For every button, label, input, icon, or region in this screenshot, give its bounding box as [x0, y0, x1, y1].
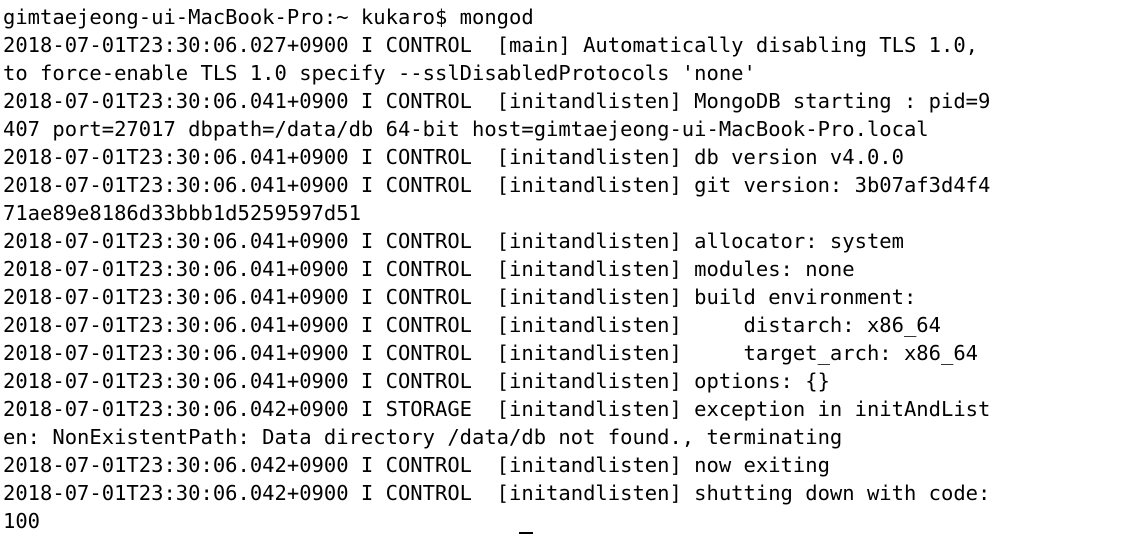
terminal-line: gimtaejeong-ui-MacBook-Pro:~ kukaro$ mon… [3, 5, 534, 29]
terminal-line: 2018-07-01T23:30:06.027+0900 I CONTROL [… [3, 33, 979, 57]
terminal-line: 2018-07-01T23:30:06.042+0900 I STORAGE [… [3, 397, 991, 421]
terminal-cursor [519, 532, 533, 534]
terminal-line: 2018-07-01T23:30:06.042+0900 I CONTROL [… [3, 453, 830, 477]
terminal-line: 2018-07-01T23:30:06.041+0900 I CONTROL [… [3, 285, 917, 309]
terminal-line: 2018-07-01T23:30:06.042+0900 I CONTROL [… [3, 481, 991, 505]
terminal-line: 2018-07-01T23:30:06.041+0900 I CONTROL [… [3, 89, 991, 113]
terminal-line: 2018-07-01T23:30:06.041+0900 I CONTROL [… [3, 145, 904, 169]
terminal-line: 2018-07-01T23:30:06.041+0900 I CONTROL [… [3, 257, 855, 281]
terminal-line: 71ae89e8186d33bbb1d5259597d51 [3, 201, 361, 225]
terminal-line: 2018-07-01T23:30:06.041+0900 I CONTROL [… [3, 369, 830, 393]
terminal-line: 100 [3, 509, 41, 533]
terminal-line: 2018-07-01T23:30:06.041+0900 I CONTROL [… [3, 341, 979, 365]
terminal-line: 407 port=27017 dbpath=/data/db 64-bit ho… [3, 117, 929, 141]
terminal-line: 2018-07-01T23:30:06.041+0900 I CONTROL [… [3, 313, 941, 337]
terminal-line: 2018-07-01T23:30:06.041+0900 I CONTROL [… [3, 229, 904, 253]
terminal-line: to force-enable TLS 1.0 specify --sslDis… [3, 61, 756, 85]
terminal-line: en: NonExistentPath: Data directory /dat… [3, 425, 843, 449]
terminal-output[interactable]: gimtaejeong-ui-MacBook-Pro:~ kukaro$ mon… [3, 3, 1121, 533]
terminal-line: 2018-07-01T23:30:06.041+0900 I CONTROL [… [3, 173, 991, 197]
